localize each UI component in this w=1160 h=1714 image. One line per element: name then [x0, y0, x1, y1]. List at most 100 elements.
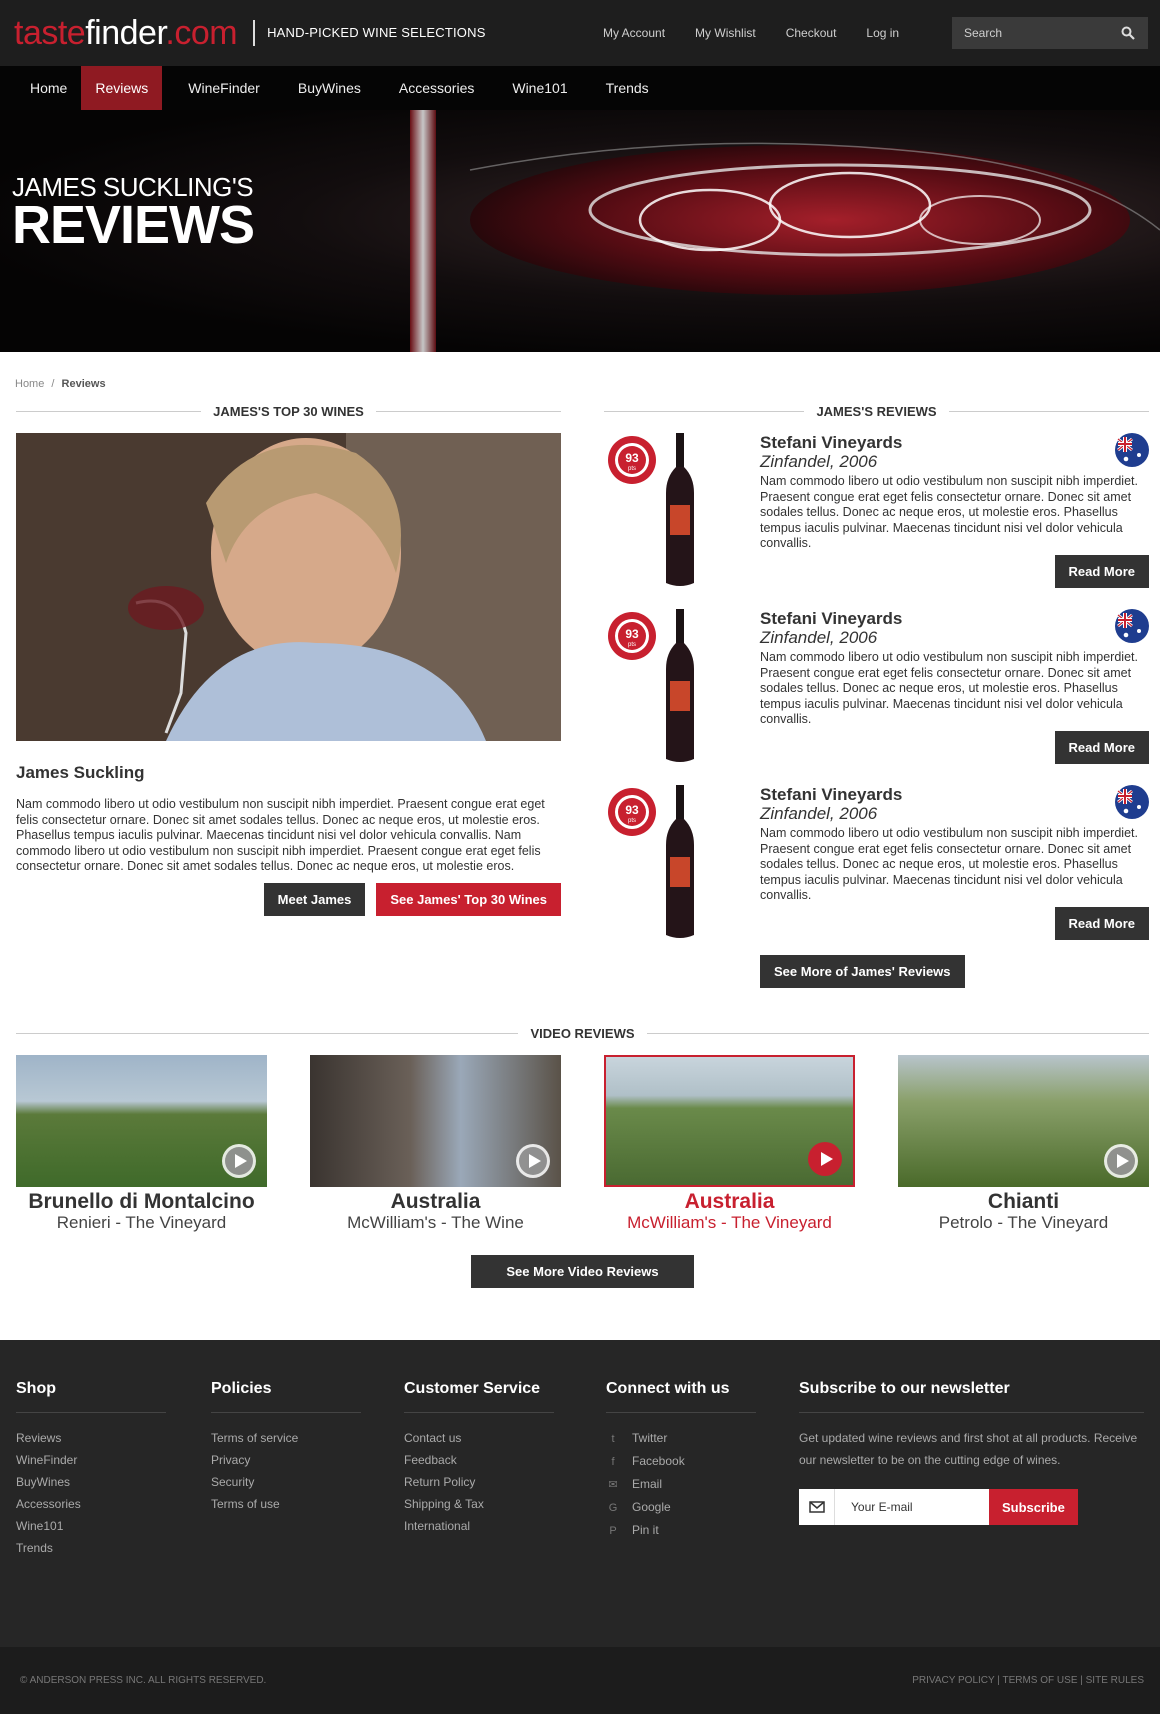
nav-reviews[interactable]: Reviews — [81, 66, 163, 110]
footer-link[interactable]: WineFinder — [16, 1449, 166, 1471]
facebook-link[interactable]: f Facebook — [606, 1450, 756, 1473]
top30-heading-text: JAMES'S TOP 30 WINES — [213, 404, 364, 419]
video-card[interactable]: Chianti Petrolo - The Vineyard — [898, 1055, 1149, 1233]
play-icon[interactable] — [1103, 1143, 1139, 1179]
google-link[interactable]: G Google — [606, 1496, 756, 1519]
footer-link[interactable]: International — [404, 1515, 554, 1537]
search-input[interactable]: Search — [952, 17, 1148, 49]
review-wine: Zinfandel, 2006 — [760, 452, 878, 471]
subscribe-button[interactable]: Subscribe — [989, 1489, 1078, 1525]
review-body: Stefani Vineyards Zinfandel, 2006 Nam co… — [760, 785, 1149, 961]
footer-link[interactable]: Terms of service — [211, 1427, 361, 1449]
nav-home[interactable]: Home — [16, 66, 81, 110]
australia-flag-icon — [1115, 785, 1149, 819]
newsletter-text: Get updated wine reviews and first shot … — [799, 1431, 1138, 1467]
top30-actions: Meet James See James' Top 30 Wines — [16, 882, 561, 916]
search-icon[interactable] — [1120, 25, 1136, 41]
score-badge-icon: 93 pts — [608, 788, 656, 836]
footer-link[interactable]: Privacy — [211, 1449, 361, 1471]
nav-accessories[interactable]: Accessories — [385, 66, 488, 110]
james-suckling-photo — [16, 433, 561, 741]
footer-link[interactable]: Contact us — [404, 1427, 554, 1449]
footer-link[interactable]: Reviews — [16, 1427, 166, 1449]
footer-link[interactable]: Feedback — [404, 1449, 554, 1471]
google-icon: G — [608, 1502, 618, 1514]
footer-link[interactable]: BuyWines — [16, 1471, 166, 1493]
google-label: Google — [632, 1500, 671, 1514]
review-wine: Zinfandel, 2006 — [760, 804, 878, 823]
footer-link[interactable]: Return Policy — [404, 1471, 554, 1493]
footer-newsletter-title: Subscribe to our newsletter — [799, 1380, 1144, 1413]
top30-wines-button[interactable]: See James' Top 30 Wines — [376, 882, 561, 916]
video-subtitle: Renieri - The Vineyard — [56, 1213, 227, 1232]
video-card[interactable]: Australia McWilliam's - The Wine — [310, 1055, 561, 1233]
legal-links[interactable]: PRIVACY POLICY | TERMS OF USE | SITE RUL… — [912, 1675, 1144, 1686]
read-more-button[interactable]: Read More — [1054, 731, 1149, 764]
newsletter-email-input[interactable]: Your E-mail — [835, 1489, 989, 1525]
review-text: Nam commodo libero ut odio vestibulum no… — [760, 650, 1138, 726]
tagline: HAND-PICKED WINE SELECTIONS — [253, 20, 486, 46]
review-winery[interactable]: Stefani Vineyards — [760, 609, 1149, 628]
breadcrumb-home[interactable]: Home — [15, 378, 44, 390]
nav-buywines[interactable]: BuyWines — [284, 66, 375, 110]
video-subtitle: McWilliam's - The Wine — [347, 1213, 524, 1232]
footer-link[interactable]: Trends — [16, 1537, 166, 1559]
breadcrumb-separator: / — [51, 378, 55, 390]
footer-policies: Policies Terms of service Privacy Securi… — [211, 1380, 361, 1515]
pinterest-link[interactable]: P Pin it — [606, 1519, 756, 1542]
footer-link[interactable]: Shipping & Tax — [404, 1493, 554, 1515]
australia-flag-icon — [1115, 433, 1149, 467]
video-thumbnail[interactable] — [604, 1055, 855, 1187]
facebook-label: Facebook — [632, 1454, 685, 1468]
play-icon[interactable] — [515, 1143, 551, 1179]
footer-link[interactable]: Security — [211, 1471, 361, 1493]
read-more-button[interactable]: Read More — [1054, 907, 1149, 940]
score-value: 93 — [625, 803, 639, 817]
top30-section: JAMES'S TOP 30 WINES James Suckling Nam … — [16, 404, 561, 988]
nav-winefinder[interactable]: WineFinder — [174, 66, 274, 110]
play-icon[interactable] — [807, 1141, 843, 1177]
more-videos-row: See More Video Reviews — [16, 1255, 1149, 1288]
nav-trends[interactable]: Trends — [592, 66, 663, 110]
person-bio: Nam commodo libero ut odio vestibulum no… — [16, 797, 545, 873]
footer-bottom-bar: © ANDERSON PRESS INC. ALL RIGHTS RESERVE… — [0, 1647, 1160, 1714]
review-card: 93 pts Stefani Vineyards Zinfandel, 2006… — [604, 785, 1149, 961]
newsletter-form: Your E-mail Subscribe — [799, 1489, 1149, 1525]
site-logo[interactable]: tastefinder.com — [14, 14, 238, 52]
review-winery[interactable]: Stefani Vineyards — [760, 785, 1149, 804]
video-card-selected[interactable]: Australia McWilliam's - The Vineyard — [604, 1055, 855, 1233]
footer-service-title: Customer Service — [404, 1380, 554, 1413]
twitter-icon: t — [611, 1433, 615, 1445]
twitter-link[interactable]: t Twitter — [606, 1427, 756, 1450]
pinterest-label: Pin it — [632, 1523, 659, 1537]
footer-link[interactable]: Accessories — [16, 1493, 166, 1515]
wine-bottle-image — [666, 609, 694, 762]
checkout-link[interactable]: Checkout — [786, 26, 837, 40]
meet-james-button[interactable]: Meet James — [263, 882, 366, 916]
more-videos-button[interactable]: See More Video Reviews — [471, 1255, 694, 1288]
video-thumbnail[interactable] — [898, 1055, 1149, 1187]
score-unit: pts — [628, 642, 636, 648]
facebook-icon: f — [611, 1456, 615, 1468]
footer-customer-service: Customer Service Contact us Feedback Ret… — [404, 1380, 554, 1537]
nav-wine101[interactable]: Wine101 — [498, 66, 581, 110]
login-link[interactable]: Log in — [866, 26, 899, 40]
wine-bottle-image — [666, 433, 694, 586]
video-thumbnail[interactable] — [16, 1055, 267, 1187]
video-thumbnail[interactable] — [310, 1055, 561, 1187]
footer-shop-title: Shop — [16, 1380, 166, 1413]
video-subtitle: Petrolo - The Vineyard — [938, 1213, 1109, 1232]
review-winery[interactable]: Stefani Vineyards — [760, 433, 1149, 452]
my-wishlist-link[interactable]: My Wishlist — [695, 26, 756, 40]
footer-link[interactable]: Wine101 — [16, 1515, 166, 1537]
wine-bottle-image — [666, 785, 694, 938]
play-icon[interactable] — [221, 1143, 257, 1179]
email-link[interactable]: ✉ Email — [606, 1473, 756, 1496]
logo-part-taste: taste — [14, 14, 86, 52]
read-more-button[interactable]: Read More — [1054, 555, 1149, 588]
breadcrumb-current: Reviews — [61, 378, 106, 390]
footer-link[interactable]: Terms of use — [211, 1493, 361, 1515]
score-value: 93 — [625, 627, 639, 641]
video-card[interactable]: Brunello di Montalcino Renieri - The Vin… — [16, 1055, 267, 1233]
my-account-link[interactable]: My Account — [603, 26, 665, 40]
